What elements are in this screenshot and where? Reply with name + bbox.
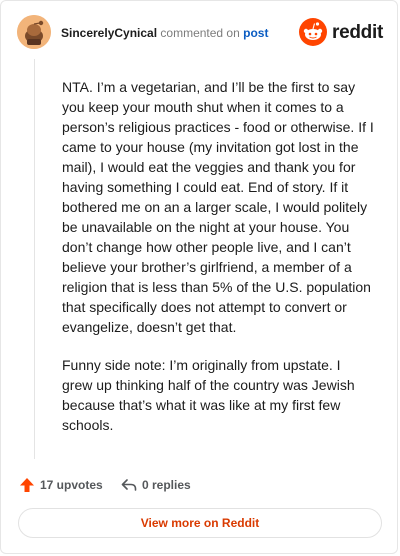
- comment-paragraph: Funny side note: I’m originally from ups…: [62, 357, 355, 433]
- comment-byline: SincerelyCynical commented on post: [61, 26, 268, 40]
- reddit-wordmark: reddit: [332, 22, 383, 43]
- upvotes-button[interactable]: 17 upvotes: [19, 475, 103, 495]
- comment-header: SincerelyCynical commented on post reddi…: [17, 15, 383, 51]
- user-avatar[interactable]: [17, 15, 51, 49]
- thread-line: [34, 59, 35, 459]
- reply-arrow-icon: [121, 479, 137, 491]
- action-text: commented on: [160, 26, 240, 40]
- replies-button[interactable]: 0 replies: [121, 475, 191, 495]
- comment-body: NTA. I’m a vegetarian, and I’ll be the f…: [62, 77, 374, 453]
- snoo-avatar-icon: [17, 15, 51, 49]
- upvotes-count: 17 upvotes: [40, 478, 103, 492]
- upvote-arrow-icon: [20, 478, 34, 492]
- comment-footer: 17 upvotes 0 replies: [19, 475, 379, 495]
- reddit-logo-icon: [299, 18, 327, 46]
- view-more-button[interactable]: View more on Reddit: [18, 508, 382, 538]
- post-link[interactable]: post: [243, 26, 268, 40]
- reddit-brand[interactable]: reddit: [299, 18, 383, 46]
- comment-paragraph: NTA. I’m a vegetarian, and I’ll be the f…: [62, 79, 374, 335]
- username-link[interactable]: SincerelyCynical: [61, 26, 157, 40]
- replies-count: 0 replies: [142, 478, 191, 492]
- comment-embed-card: SincerelyCynical commented on post reddi…: [0, 0, 398, 554]
